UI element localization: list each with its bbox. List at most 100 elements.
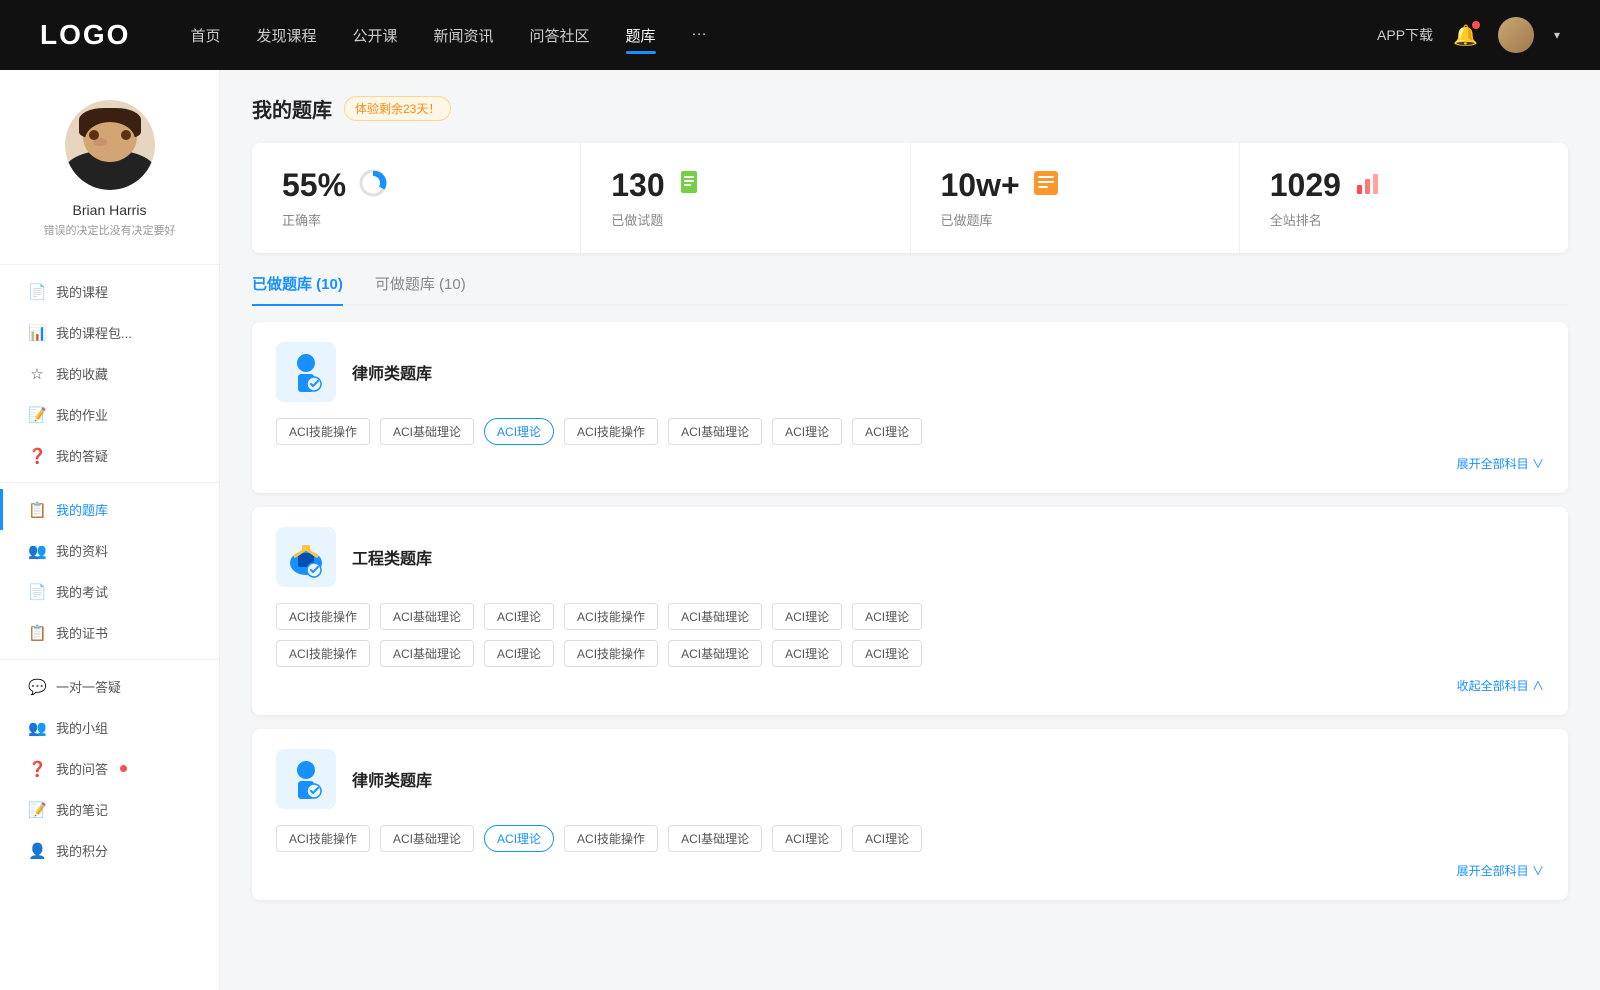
nav-links: 首页 发现课程 公开课 新闻资讯 问答社区 题库 ··· [190, 25, 1377, 46]
logo[interactable]: LOGO [40, 19, 130, 51]
notification-dot [1472, 21, 1480, 29]
bank-tag-2-6[interactable]: ACI理论 [852, 825, 922, 852]
bank-tag-0-6[interactable]: ACI理论 [852, 418, 922, 445]
sidebar-item-label-6: 我的资料 [56, 541, 108, 560]
sidebar-divider-top [0, 264, 219, 265]
stat-icon-3 [1353, 169, 1381, 203]
sidebar-item-4[interactable]: ❓我的答疑 [0, 435, 219, 476]
bank-tag-1-4[interactable]: ACI基础理论 [668, 603, 762, 630]
bank-tag-2-3[interactable]: ACI技能操作 [564, 825, 658, 852]
bank-card-footer-1: 收起全部科目 ∧ [276, 677, 1544, 695]
sidebar-avatar [65, 100, 155, 190]
bank-tag2-1-3[interactable]: ACI技能操作 [564, 640, 658, 667]
bank-tag-2-1[interactable]: ACI基础理论 [380, 825, 474, 852]
stats-row: 55% 正确率 130 已做试题 10w+ 已做题库 1029 全站排名 [252, 143, 1568, 253]
sidebar-item-icon-9: 💬 [28, 678, 46, 696]
bank-title-0: 律师类题库 [352, 360, 432, 384]
sidebar-item-13[interactable]: 👤我的积分 [0, 830, 219, 871]
tab-item-1[interactable]: 可做题库 (10) [375, 273, 466, 304]
bank-tag-1-1[interactable]: ACI基础理论 [380, 603, 474, 630]
sidebar-item-5[interactable]: 📋我的题库 [0, 489, 219, 530]
nav-link-首页[interactable]: 首页 [190, 25, 220, 46]
sidebar-item-0[interactable]: 📄我的课程 [0, 271, 219, 312]
bank-tag-0-1[interactable]: ACI基础理论 [380, 418, 474, 445]
sidebar-item-label-1: 我的课程包... [56, 323, 132, 342]
expand-link-0[interactable]: 展开全部科目 ∨ [1457, 457, 1544, 471]
bank-tag-1-3[interactable]: ACI技能操作 [564, 603, 658, 630]
sidebar-item-dot-11 [120, 765, 127, 772]
bank-icon-0 [276, 342, 336, 402]
stat-card-3: 1029 全站排名 [1240, 143, 1568, 253]
bank-tag2-1-4[interactable]: ACI基础理论 [668, 640, 762, 667]
tabs-row: 已做题库 (10) 可做题库 (10) [252, 273, 1568, 306]
bank-tag2-1-6[interactable]: ACI理论 [852, 640, 922, 667]
sidebar-item-10[interactable]: 👥 我的小组 [0, 707, 219, 748]
app-download-link[interactable]: APP下载 [1377, 25, 1433, 45]
tab-item-0[interactable]: 已做题库 (10) [252, 273, 343, 304]
sidebar-item-icon-10: 👥 [28, 719, 46, 737]
bank-tag-0-0[interactable]: ACI技能操作 [276, 418, 370, 445]
stat-label-2: 已做题库 [941, 210, 1209, 229]
stat-value-3: 1029 [1270, 167, 1341, 204]
stat-label-1: 已做试题 [611, 210, 879, 229]
sidebar-item-11[interactable]: ❓我的问答 [0, 748, 219, 789]
bank-tag-1-0[interactable]: ACI技能操作 [276, 603, 370, 630]
avatar[interactable] [1498, 17, 1534, 53]
sidebar-item-icon-11: ❓ [28, 760, 46, 778]
stat-value-2: 10w+ [941, 167, 1020, 204]
sidebar-item-7[interactable]: 📄我的考试 [0, 571, 219, 612]
nav-link-发现课程[interactable]: 发现课程 [256, 25, 316, 46]
stat-icon-2 [1032, 169, 1060, 203]
sidebar-item-2[interactable]: ☆我的收藏 [0, 353, 219, 394]
sidebar-item-9[interactable]: 💬一对一答疑 [0, 666, 219, 707]
sidebar-menu: 📄我的课程📊我的课程包...☆我的收藏📝我的作业❓我的答疑📋我的题库👥我的资料📄… [0, 271, 219, 871]
bank-tag-0-4[interactable]: ACI基础理论 [668, 418, 762, 445]
bank-tag-2-0[interactable]: ACI技能操作 [276, 825, 370, 852]
bank-card-header-0: 律师类题库 [276, 342, 1544, 402]
stat-label-3: 全站排名 [1270, 210, 1538, 229]
bank-tag-0-5[interactable]: ACI理论 [772, 418, 842, 445]
nav-link-题库[interactable]: 题库 [626, 25, 656, 46]
bank-tag-2-5[interactable]: ACI理论 [772, 825, 842, 852]
bank-tag-1-6[interactable]: ACI理论 [852, 603, 922, 630]
sidebar-item-12[interactable]: 📝我的笔记 [0, 789, 219, 830]
navbar-right: APP下载 🔔 ▾ [1377, 17, 1560, 53]
stat-icon-0 [358, 168, 388, 204]
sidebar: Brian Harris 错误的决定比没有决定要好 📄我的课程📊我的课程包...… [0, 70, 220, 990]
sidebar-item-icon-3: 📝 [28, 406, 46, 424]
collapse-link-1[interactable]: 收起全部科目 ∧ [1457, 679, 1544, 693]
sidebar-item-icon-1: 📊 [28, 324, 46, 342]
bank-tag-1-2[interactable]: ACI理论 [484, 603, 554, 630]
sidebar-item-6[interactable]: 👥我的资料 [0, 530, 219, 571]
chevron-down-icon[interactable]: ▾ [1554, 28, 1560, 42]
nav-link-公开课[interactable]: 公开课 [352, 25, 397, 46]
notification-bell[interactable]: 🔔 [1453, 23, 1478, 48]
bank-tag-2-2[interactable]: ACI理论 [484, 825, 554, 852]
bank-tag-0-3[interactable]: ACI技能操作 [564, 418, 658, 445]
bank-tag2-1-0[interactable]: ACI技能操作 [276, 640, 370, 667]
expand-link-2[interactable]: 展开全部科目 ∨ [1457, 864, 1544, 878]
sidebar-item-icon-4: ❓ [28, 447, 46, 465]
bank-tag2-1-5[interactable]: ACI理论 [772, 640, 842, 667]
stat-card-1: 130 已做试题 [581, 143, 910, 253]
sidebar-item-3[interactable]: 📝我的作业 [0, 394, 219, 435]
sidebar-item-label-8: 我的证书 [56, 623, 108, 642]
bank-tag-1-5[interactable]: ACI理论 [772, 603, 842, 630]
bank-tags-2: ACI技能操作 ACI基础理论 ACI理论 ACI技能操作 ACI基础理论 ACI理论 AC… [276, 825, 1544, 852]
sidebar-motto: 错误的决定比没有决定要好 [34, 222, 186, 238]
bank-card-2: 律师类题库 ACI技能操作ACI基础理论ACI理论ACI技能操作ACI基础理论A… [252, 729, 1568, 900]
bank-tag2-1-2[interactable]: ACI理论 [484, 640, 554, 667]
bank-tag-0-2[interactable]: ACI理论 [484, 418, 554, 445]
bank-tag2-1-1[interactable]: ACI基础理论 [380, 640, 474, 667]
bank-tag-2-4[interactable]: ACI基础理论 [668, 825, 762, 852]
sidebar-item-8[interactable]: 📋我的证书 [0, 612, 219, 653]
stat-value-1: 130 [611, 167, 664, 204]
sidebar-item-1[interactable]: 📊 我的课程包... [0, 312, 219, 353]
nav-link-新闻资讯[interactable]: 新闻资讯 [434, 25, 494, 46]
nav-link-问答社区[interactable]: 问答社区 [530, 25, 590, 46]
sidebar-item-label-7: 我的考试 [56, 582, 108, 601]
bank-card-0: 律师类题库 ACI技能操作 ACI基础理论 ACI理论 ACI技能操作 ACI基础理论 A… [252, 322, 1568, 493]
sidebar-item-label-10: 我的小组 [56, 718, 108, 737]
bank-card-header-1: 工程类题库 [276, 527, 1544, 587]
nav-link-···[interactable]: ··· [692, 25, 707, 46]
